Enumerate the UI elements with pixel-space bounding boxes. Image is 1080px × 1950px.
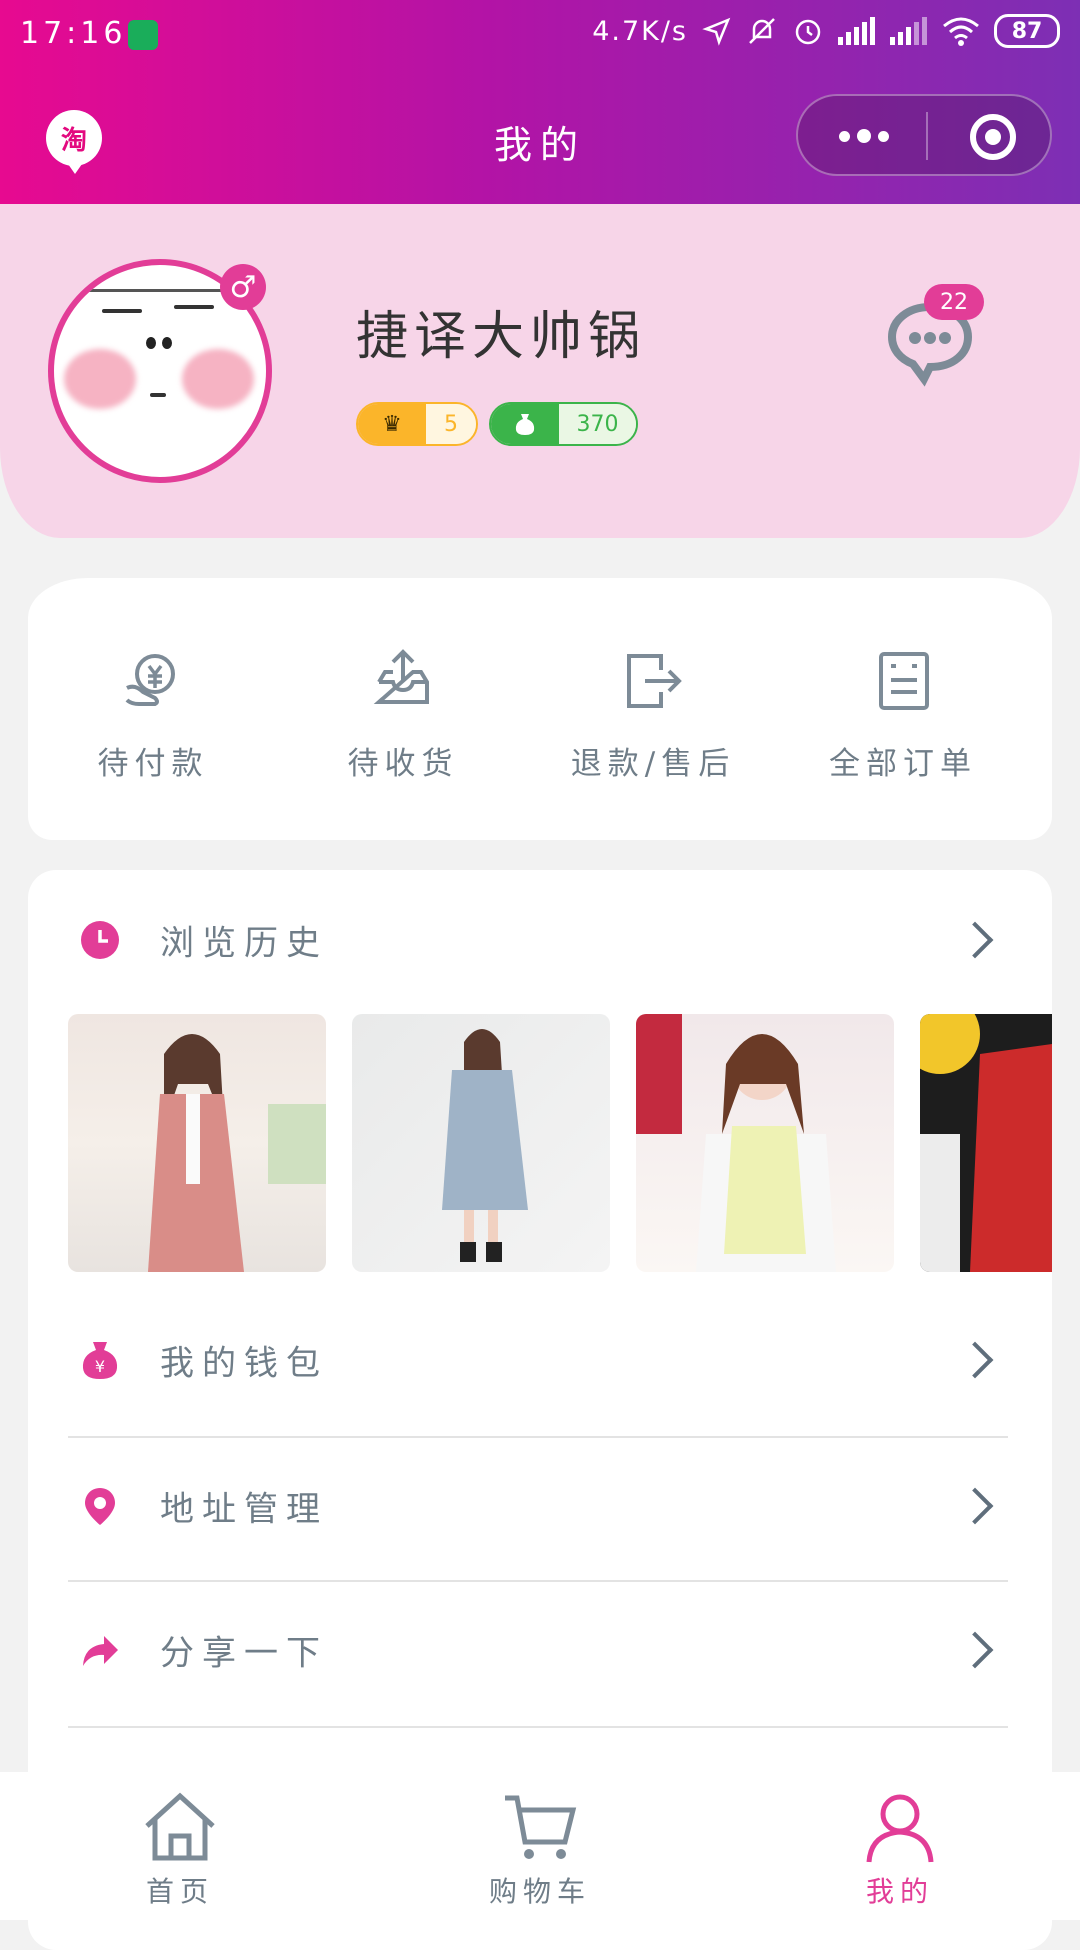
tab-me[interactable]: 我的 <box>800 1790 1000 1910</box>
order-all[interactable]: 全部订单 <box>778 648 1028 783</box>
address-label: 地址管理 <box>160 1489 328 1530</box>
tab-cart[interactable]: 购物车 <box>440 1790 640 1910</box>
home-icon <box>145 1792 215 1861</box>
money-bag-icon: ¥ <box>82 1342 118 1379</box>
svg-text:¥: ¥ <box>95 1357 105 1376</box>
inbox-icon <box>373 649 429 704</box>
cart-icon <box>505 1795 577 1859</box>
mini-program-capsule <box>796 94 1052 176</box>
share-label: 分享一下 <box>160 1633 328 1674</box>
header: 17:16 4.7K/s 87 淘 我的 <box>0 0 1080 204</box>
username: 捷译大帅锅 <box>356 307 647 367</box>
signal-icon-2 <box>890 17 927 45</box>
browse-history-label: 浏览历史 <box>160 923 328 964</box>
tab-bar: 首页 购物车 我的 <box>0 1772 1080 1920</box>
location-icon <box>702 17 731 46</box>
crown-icon: ♛ <box>358 404 426 444</box>
more-options-icon[interactable] <box>836 124 892 148</box>
wifi-icon <box>943 17 979 46</box>
history-strip <box>68 1014 1052 1274</box>
status-indicators: 4.7K/s 87 <box>592 14 1060 48</box>
nav-bar: 淘 我的 <box>0 70 1080 204</box>
tab-label: 首页 <box>145 1875 214 1908</box>
chevron-right-icon <box>956 1487 994 1525</box>
alarm-icon <box>795 19 821 45</box>
wallet-row[interactable]: ¥ 我的钱包 <box>68 1290 1008 1430</box>
history-item-pink-coat[interactable] <box>68 1014 326 1272</box>
browse-history-row[interactable]: 浏览历史 <box>68 870 1008 1010</box>
history-item-red-sweater[interactable] <box>920 1014 1052 1272</box>
order-label: 退款/售后 <box>570 746 736 782</box>
status-bar: 17:16 4.7K/s 87 <box>0 0 1080 70</box>
user-icon <box>866 1794 934 1863</box>
order-label: 待收货 <box>347 746 459 782</box>
address-row[interactable]: 地址管理 <box>68 1436 1008 1576</box>
status-time: 17:16 <box>20 16 127 51</box>
chevron-right-icon <box>956 921 994 959</box>
location-pin-icon <box>85 1488 115 1525</box>
money-bag-icon <box>491 404 559 444</box>
history-item-yellow-knit-top[interactable] <box>636 1014 894 1272</box>
divider <box>68 1726 1008 1728</box>
points-badge: 370 <box>489 402 638 446</box>
signal-icon <box>838 17 875 45</box>
mute-bell-icon <box>749 18 775 44</box>
tab-label: 我的 <box>865 1875 934 1908</box>
level-value: 5 <box>426 404 476 444</box>
capsule-divider <box>926 112 928 160</box>
payment-icon <box>125 654 175 706</box>
tab-label: 购物车 <box>488 1875 591 1908</box>
gender-male-icon: ♂ <box>220 264 266 310</box>
order-pending-payment[interactable]: 待付款 <box>28 648 278 783</box>
refund-icon <box>627 654 682 708</box>
battery-indicator: 87 <box>994 14 1060 48</box>
chevron-right-icon <box>956 1631 994 1669</box>
order-refund[interactable]: 退款/售后 <box>528 648 778 783</box>
history-item-blue-trench-coat[interactable] <box>352 1014 610 1272</box>
level-badge: ♛ 5 <box>356 402 478 446</box>
tab-home[interactable]: 首页 <box>80 1790 280 1910</box>
message-count-badge: 22 <box>924 284 984 320</box>
order-pending-receipt[interactable]: 待收货 <box>278 648 528 783</box>
order-label: 全部订单 <box>829 746 977 782</box>
order-list-icon <box>879 652 929 710</box>
orders-card: 待付款 待收货 退款/售后 全部订单 <box>28 578 1052 840</box>
profile-header: ♂ 捷译大帅锅 ♛ 5 370 22 <box>0 204 1080 538</box>
app-notification-icon <box>128 20 158 50</box>
network-speed: 4.7K/s <box>592 15 688 47</box>
share-row[interactable]: 分享一下 <box>68 1580 1008 1720</box>
clock-icon <box>81 921 119 959</box>
close-mini-program-icon[interactable] <box>970 114 1016 160</box>
share-arrow-icon <box>83 1636 118 1666</box>
chevron-right-icon <box>956 1341 994 1379</box>
order-label: 待付款 <box>97 746 209 782</box>
wallet-label: 我的钱包 <box>160 1343 328 1384</box>
points-value: 370 <box>559 404 636 444</box>
